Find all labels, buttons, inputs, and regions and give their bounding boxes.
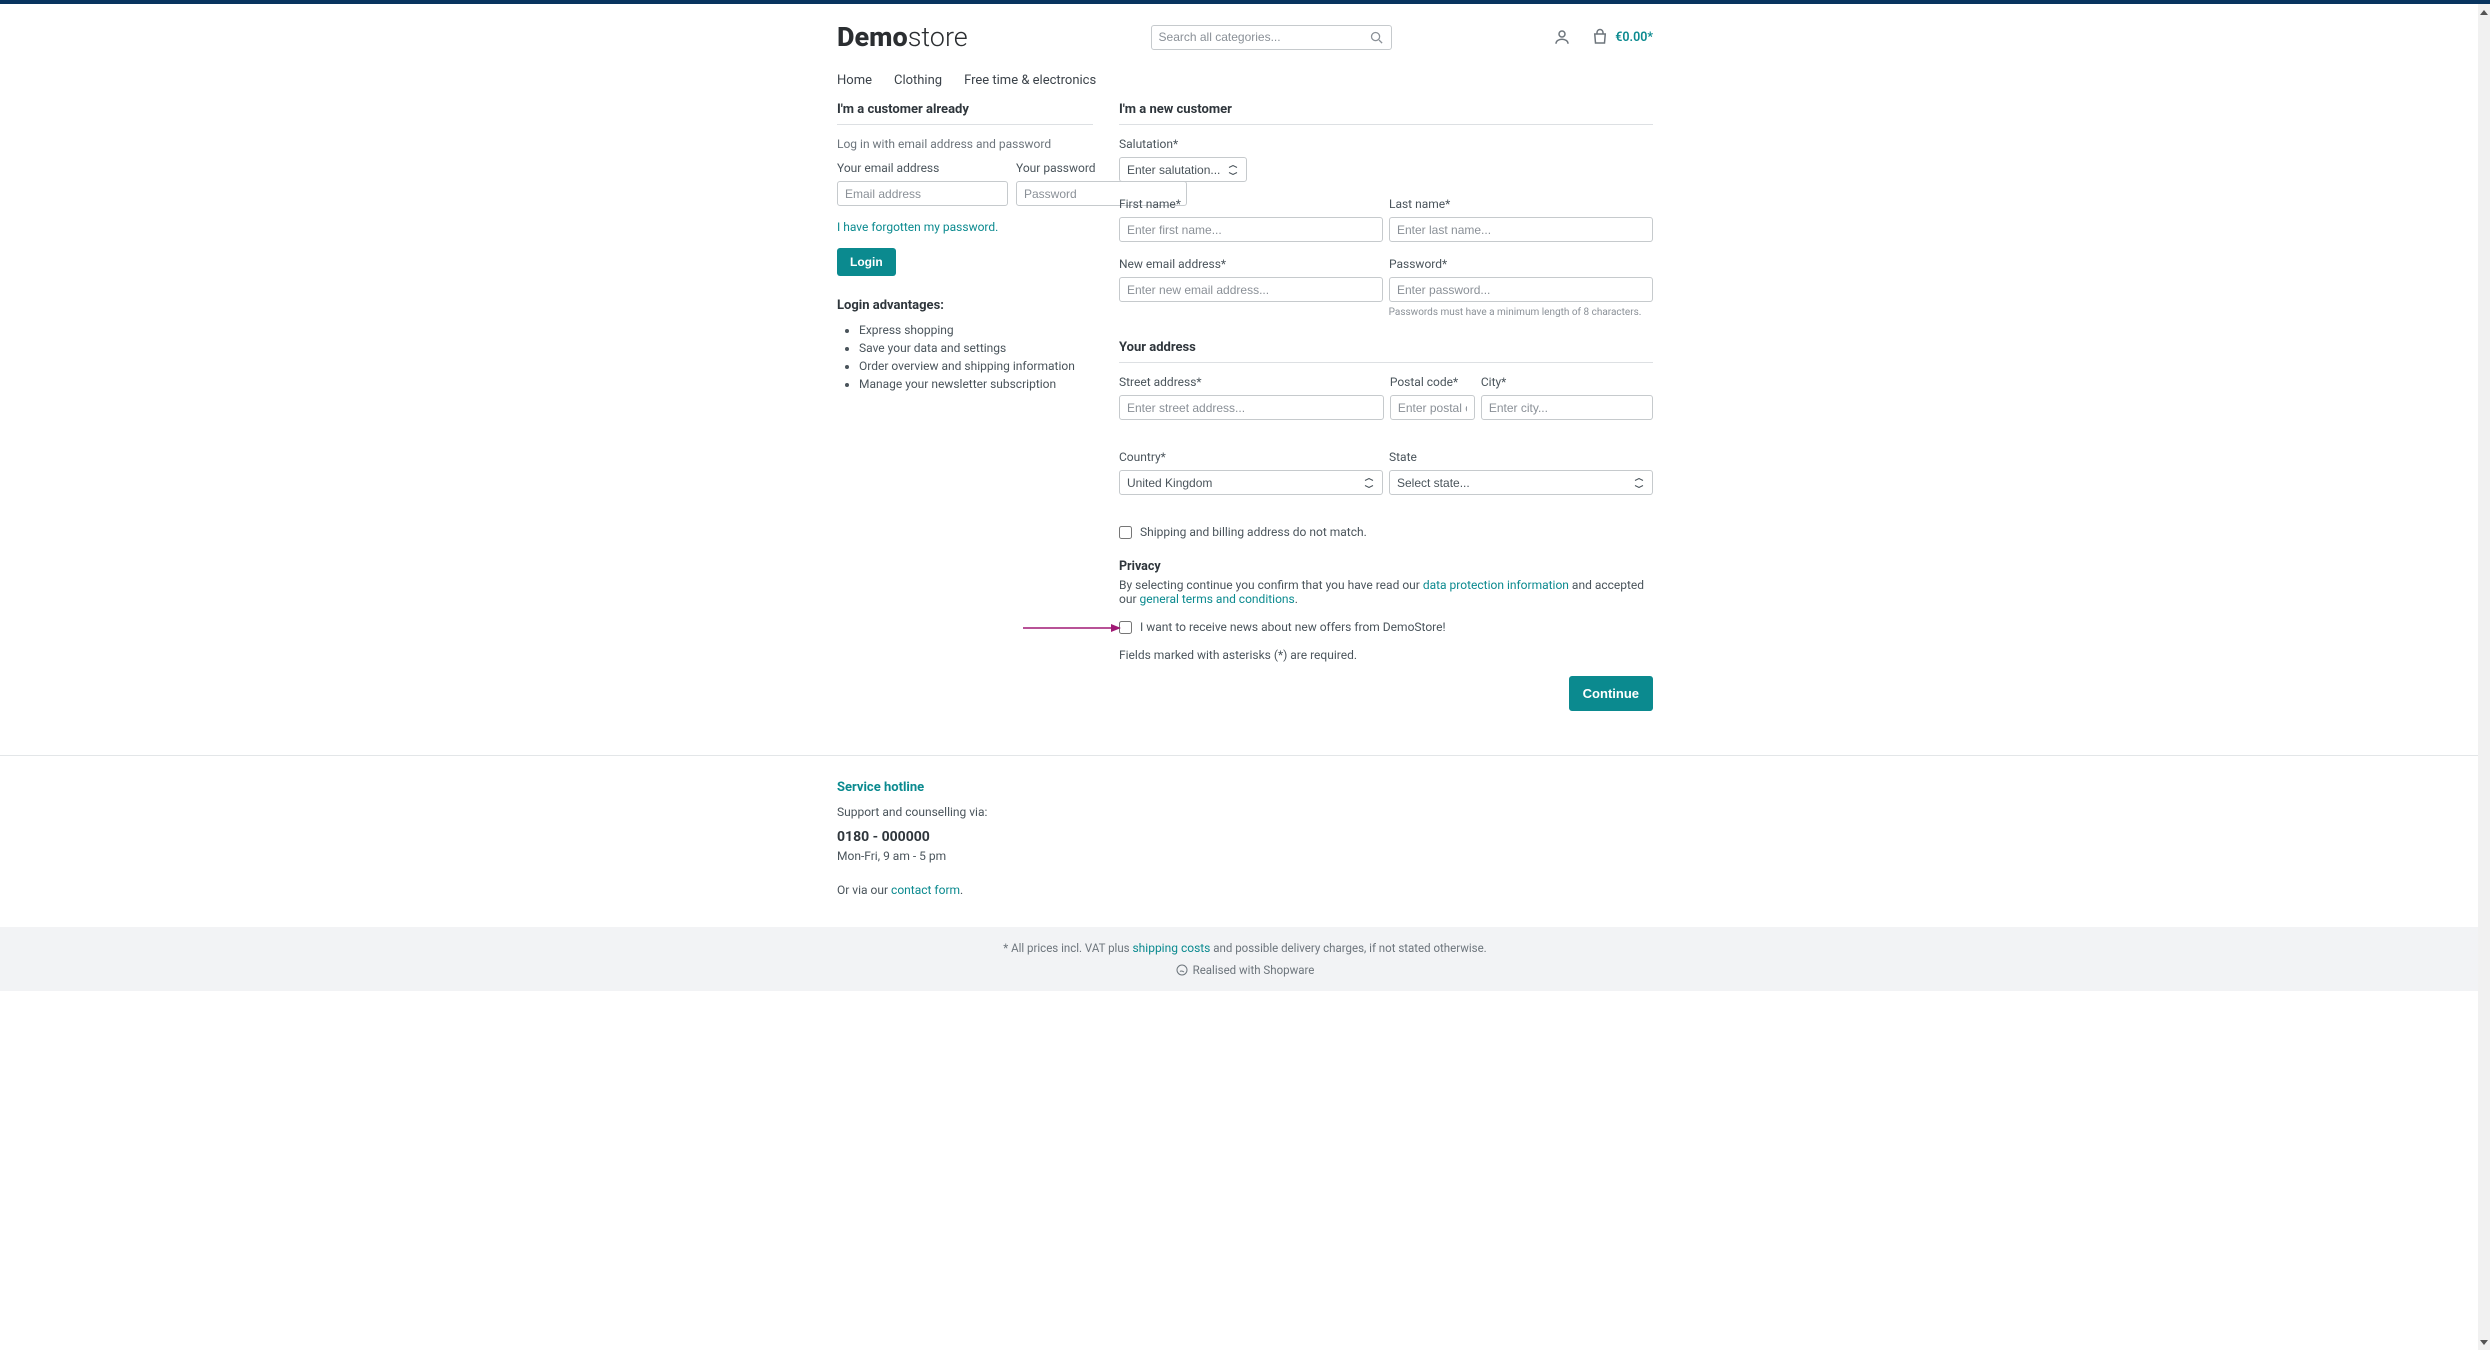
footer: Service hotline Support and counselling … xyxy=(0,755,2490,991)
realised-line: Realised with Shopware xyxy=(0,963,2490,977)
advantages-list: Express shopping Save your data and sett… xyxy=(837,323,1093,391)
bottom-bar: * All prices incl. VAT plus shipping cos… xyxy=(0,927,2490,991)
search-container xyxy=(1151,25,1392,50)
forgot-password-link[interactable]: I have forgotten my password. xyxy=(837,220,998,234)
lastname-label: Last name* xyxy=(1389,197,1653,211)
password-hint: Passwords must have a minimum length of … xyxy=(1389,307,1653,318)
logo-bold: Demo xyxy=(837,21,908,53)
new-password-label: Password* xyxy=(1389,257,1653,271)
contact-text: Or via our contact form. xyxy=(837,883,1653,897)
new-email-label: New email address* xyxy=(1119,257,1383,271)
address-heading: Your address xyxy=(1119,340,1653,363)
postal-label: Postal code* xyxy=(1390,375,1475,389)
hotline-heading: Service hotline xyxy=(837,780,1653,795)
scroll-down-button[interactable] xyxy=(2478,1334,2490,1350)
firstname-input[interactable] xyxy=(1119,217,1383,242)
email-label: Your email address xyxy=(837,161,1008,175)
bag-icon xyxy=(1591,28,1609,46)
header-actions: €0.00* xyxy=(1553,28,1653,46)
scroll-up-button[interactable] xyxy=(2478,4,2490,20)
logo[interactable]: Demostore xyxy=(837,21,968,53)
user-icon[interactable] xyxy=(1553,28,1571,46)
list-item: Express shopping xyxy=(859,323,1093,337)
postal-input[interactable] xyxy=(1390,395,1475,420)
nav-clothing[interactable]: Clothing xyxy=(894,73,942,88)
shipping-costs-link[interactable]: shipping costs xyxy=(1132,941,1210,955)
country-select[interactable]: United Kingdom xyxy=(1119,470,1383,495)
shipping-diff-checkbox[interactable] xyxy=(1119,526,1132,539)
nav-freetime[interactable]: Free time & electronics xyxy=(964,73,1096,88)
register-column: I'm a new customer Salutation* Enter sal… xyxy=(1119,102,1653,731)
cart-button[interactable]: €0.00* xyxy=(1591,28,1653,46)
lastname-input[interactable] xyxy=(1389,217,1653,242)
login-button[interactable]: Login xyxy=(837,248,896,276)
city-input[interactable] xyxy=(1481,395,1653,420)
list-item: Manage your newsletter subscription xyxy=(859,377,1093,391)
login-heading: I'm a customer already xyxy=(837,102,1093,125)
city-label: City* xyxy=(1481,375,1653,389)
prices-note: * All prices incl. VAT plus shipping cos… xyxy=(0,941,2490,955)
state-label: State xyxy=(1389,450,1653,464)
header: Demostore €0.00* xyxy=(837,4,1653,53)
salutation-select[interactable]: Enter salutation... xyxy=(1119,157,1247,182)
advantages-heading: Login advantages: xyxy=(837,298,1093,313)
newsletter-checkbox[interactable] xyxy=(1119,621,1132,634)
continue-button[interactable]: Continue xyxy=(1569,676,1653,711)
shopware-icon xyxy=(1176,964,1188,976)
data-protection-link[interactable]: data protection information xyxy=(1423,578,1569,592)
privacy-heading: Privacy xyxy=(1119,559,1653,574)
login-instruction: Log in with email address and password xyxy=(837,137,1093,151)
new-email-input[interactable] xyxy=(1119,277,1383,302)
salutation-label: Salutation* xyxy=(1119,137,1653,151)
street-input[interactable] xyxy=(1119,395,1384,420)
login-email-input[interactable] xyxy=(837,181,1008,206)
search-icon[interactable] xyxy=(1369,30,1384,45)
new-password-input[interactable] xyxy=(1389,277,1653,302)
country-label: Country* xyxy=(1119,450,1383,464)
main-nav: Home Clothing Free time & electronics xyxy=(837,53,1653,102)
cart-total: €0.00* xyxy=(1615,30,1653,45)
search-input[interactable] xyxy=(1151,25,1392,50)
firstname-label: First name* xyxy=(1119,197,1383,211)
state-select[interactable]: Select state... xyxy=(1389,470,1653,495)
list-item: Save your data and settings xyxy=(859,341,1093,355)
terms-link[interactable]: general terms and conditions xyxy=(1140,592,1295,606)
newsletter-label: I want to receive news about new offers … xyxy=(1140,620,1446,634)
shipping-diff-label: Shipping and billing address do not matc… xyxy=(1140,525,1367,539)
support-text: Support and counselling via: xyxy=(837,805,1653,819)
list-item: Order overview and shipping information xyxy=(859,359,1093,373)
login-column: I'm a customer already Log in with email… xyxy=(837,102,1093,731)
hours-text: Mon-Fri, 9 am - 5 pm xyxy=(837,849,1653,863)
phone-number: 0180 - 000000 xyxy=(837,829,1653,845)
logo-light: store xyxy=(908,21,968,53)
main-content: I'm a customer already Log in with email… xyxy=(837,102,1653,731)
required-note: Fields marked with asterisks (*) are req… xyxy=(1119,648,1653,662)
privacy-text: By selecting continue you confirm that y… xyxy=(1119,578,1653,606)
contact-form-link[interactable]: contact form xyxy=(891,883,960,897)
street-label: Street address* xyxy=(1119,375,1384,389)
register-heading: I'm a new customer xyxy=(1119,102,1653,125)
scrollbar[interactable] xyxy=(2478,4,2490,1350)
nav-home[interactable]: Home xyxy=(837,73,872,88)
